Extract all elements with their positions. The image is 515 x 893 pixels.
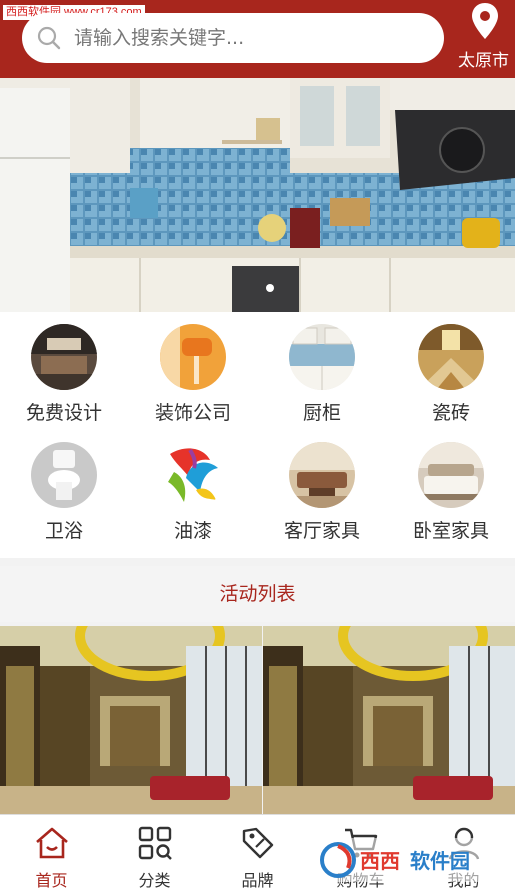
tile-icon	[418, 324, 484, 390]
paint-roller-icon	[160, 324, 226, 390]
category-label: 油漆	[173, 520, 212, 542]
category-bathroom[interactable]: 卫浴	[0, 430, 128, 548]
category-grid: 免费设计 装饰公司 厨柜 瓷砖 卫浴 油漆 客厅家具 卧室家具	[0, 312, 515, 558]
tab-category[interactable]: 分类	[103, 815, 206, 893]
tab-home[interactable]: 首页	[0, 815, 103, 893]
category-grid-icon	[138, 826, 172, 860]
kitchen-cabinet-icon	[289, 324, 355, 390]
living-room-icon	[289, 442, 355, 508]
category-label: 卫浴	[44, 520, 83, 542]
toilet-icon	[31, 442, 97, 508]
tab-brand[interactable]: 品牌	[206, 815, 309, 893]
bedroom-icon	[418, 442, 484, 508]
tab-label: 分类	[138, 871, 171, 890]
hero-banner[interactable]	[0, 78, 515, 312]
tab-label: 首页	[35, 871, 68, 890]
category-free-design[interactable]: 免费设计	[0, 312, 128, 430]
category-paint[interactable]: 油漆	[129, 430, 257, 548]
tab-label: 品牌	[241, 871, 274, 890]
search-box[interactable]: 请输入搜索关键字...	[22, 13, 444, 63]
corner-watermark-brand: 西西	[360, 849, 400, 873]
category-label: 瓷砖	[431, 402, 470, 424]
city-selector[interactable]: 太原市	[458, 46, 509, 71]
category-bedroom-furniture[interactable]: 卧室家具	[387, 430, 515, 548]
category-label: 卧室家具	[412, 520, 489, 542]
home-icon	[36, 827, 68, 859]
top-bar: 西西软件园 www.cr173.com 请输入搜索关键字... 太原市	[0, 0, 515, 78]
search-placeholder[interactable]: 请输入搜索关键字...	[74, 13, 244, 63]
showroom-image	[0, 626, 262, 816]
brand-tag-icon	[242, 827, 274, 859]
category-label: 免费设计	[25, 402, 102, 424]
category-decoration-company[interactable]: 装饰公司	[129, 312, 257, 430]
activity-list-title: 活动列表	[0, 566, 515, 622]
banner-indicator-dot	[266, 284, 274, 292]
location-pin-icon[interactable]	[471, 2, 499, 40]
category-label: 客厅家具	[283, 520, 360, 542]
activity-card[interactable]	[263, 626, 515, 816]
showroom-image	[263, 626, 515, 816]
activity-list	[0, 626, 515, 816]
corner-watermark-logo: 西西 软件园	[318, 838, 498, 882]
kitchen-banner-image	[0, 78, 515, 312]
paint-splash-icon	[160, 442, 226, 508]
free-design-icon	[31, 324, 97, 390]
category-living-room-furniture[interactable]: 客厅家具	[258, 430, 386, 548]
category-cabinet[interactable]: 厨柜	[258, 312, 386, 430]
activity-card[interactable]	[0, 626, 262, 816]
category-label: 装饰公司	[154, 402, 231, 424]
corner-watermark-label: 软件园	[410, 849, 470, 873]
category-tile[interactable]: 瓷砖	[387, 312, 515, 430]
category-label: 厨柜	[302, 402, 341, 424]
search-icon	[37, 26, 61, 50]
